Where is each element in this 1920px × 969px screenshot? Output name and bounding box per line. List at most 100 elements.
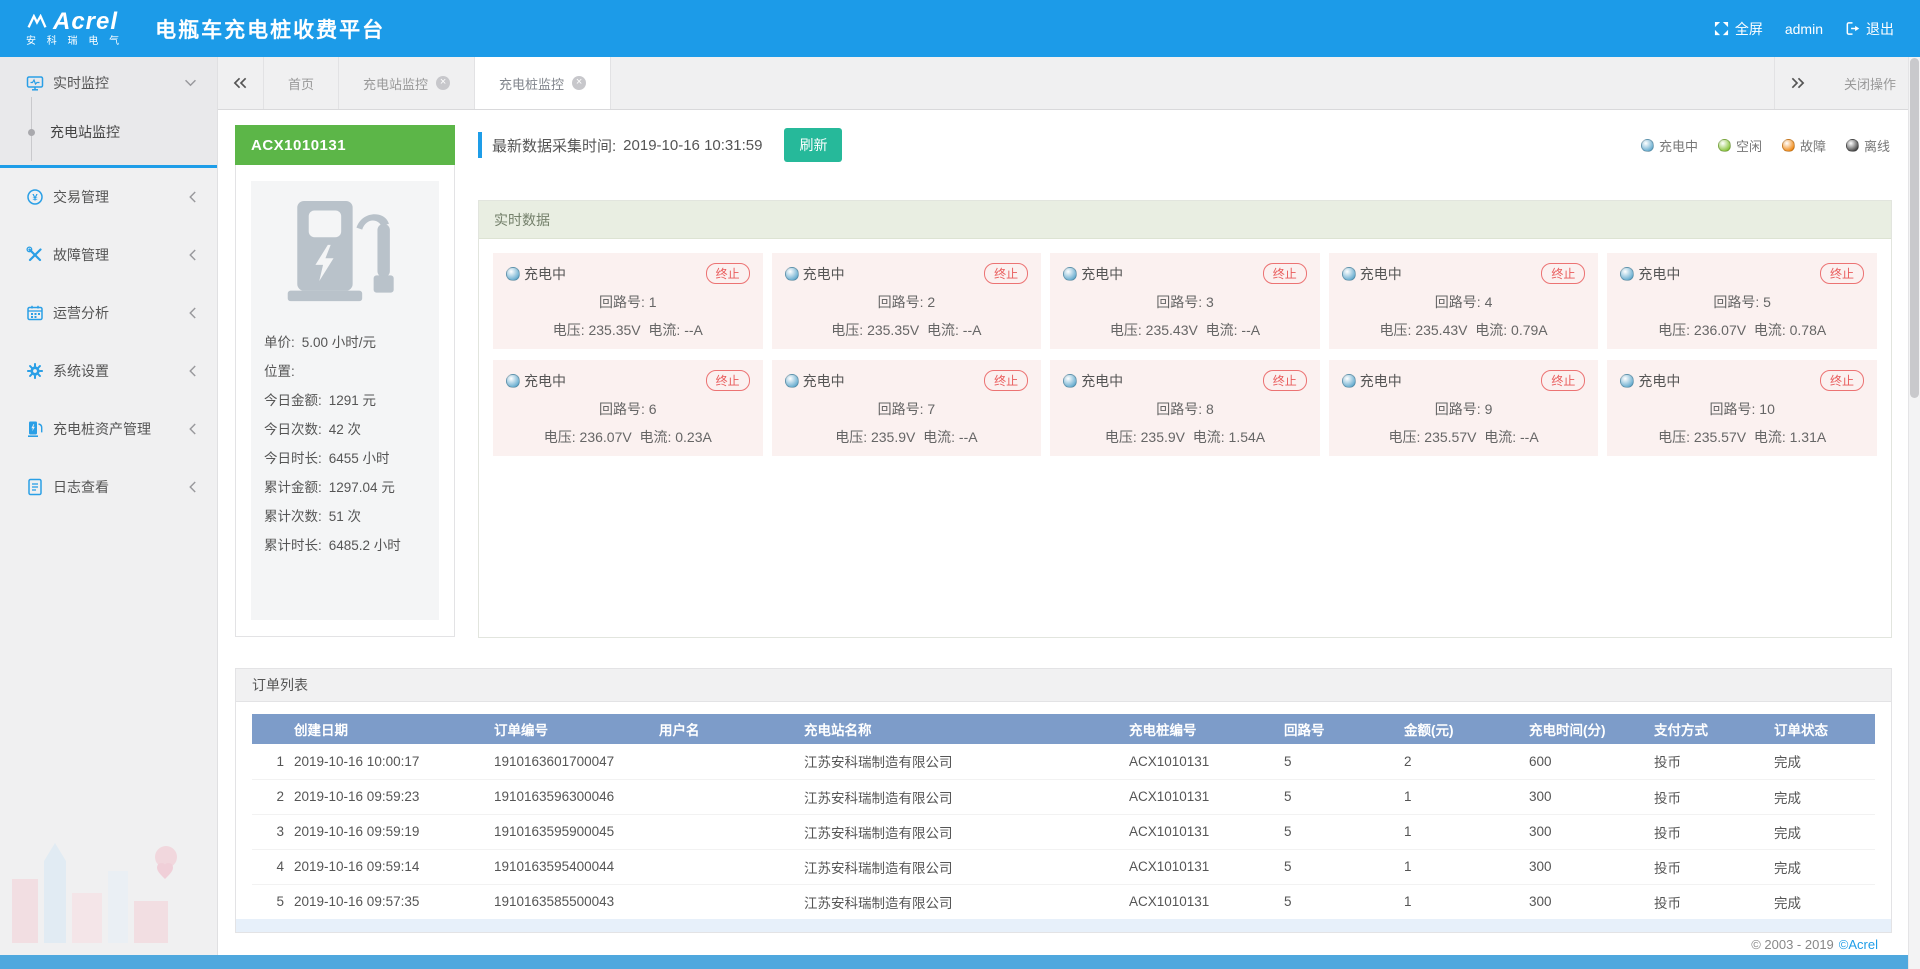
sidebar-item-transaction[interactable]: ¥交易管理 <box>0 168 217 226</box>
sidebar-group: ¥交易管理 <box>0 168 217 226</box>
legend-item: 故障 <box>1782 136 1826 155</box>
table-cell: 完成 <box>1766 814 1875 849</box>
table-cell: 2 <box>1396 744 1521 779</box>
sidebar-item-log[interactable]: 日志查看 <box>0 458 217 516</box>
sidebar-group: 实时监控充电站监控 <box>0 57 217 168</box>
pagination-strip[interactable] <box>236 919 1891 932</box>
card-status-label: 充电中 <box>1081 264 1123 284</box>
table-row[interactable]: 22019-10-16 09:59:231910163596300046江苏安科… <box>252 779 1875 814</box>
fullscreen-button[interactable]: 全屏 <box>1714 19 1763 39</box>
terminate-button[interactable]: 终止 <box>1263 370 1307 391</box>
sidebar-item-label: 充电桩资产管理 <box>53 419 151 439</box>
table-row[interactable]: 52019-10-16 09:57:351910163585500043江苏安科… <box>252 884 1875 919</box>
sidebar-item-monitor[interactable]: 实时监控 <box>0 57 217 109</box>
table-row[interactable]: 32019-10-16 09:59:191910163595900045江苏安科… <box>252 814 1875 849</box>
circuit-number: 回路号: 6 <box>506 399 750 419</box>
legend-item: 空闲 <box>1718 136 1762 155</box>
sidebar-item-fault[interactable]: 故障管理 <box>0 226 217 284</box>
tab-pile-monitor[interactable]: 充电桩监控× <box>475 57 611 109</box>
decorative-skyline <box>4 809 204 949</box>
tabs-scroll-right-button[interactable] <box>1774 57 1820 109</box>
terminate-button[interactable]: 终止 <box>1820 263 1864 284</box>
terminate-button[interactable]: 终止 <box>984 370 1028 391</box>
table-cell: 5 <box>1276 814 1396 849</box>
row-number: 1 <box>252 744 286 779</box>
table-cell: 2019-10-16 09:57:35 <box>286 884 486 919</box>
tab-spacer <box>611 57 1774 109</box>
tab-station-monitor[interactable]: 充电站监控× <box>339 57 475 109</box>
table-cell: 1910163596300046 <box>486 779 651 814</box>
table-cell: ACX1010131 <box>1121 814 1276 849</box>
chevron-left-icon <box>188 249 197 262</box>
terminate-button[interactable]: 终止 <box>706 370 750 391</box>
tab-home[interactable]: 首页 <box>264 57 339 109</box>
chevron-down-icon <box>184 79 197 88</box>
realtime-data-panel: 实时数据 充电中终止回路号: 1电压: 235.35V 电流: --A充电中终止… <box>478 200 1892 638</box>
sidebar-item-settings[interactable]: 系统设置 <box>0 342 217 400</box>
table-row[interactable]: 42019-10-16 09:59:141910163595400044江苏安科… <box>252 849 1875 884</box>
user-menu[interactable]: admin <box>1785 21 1823 37</box>
terminate-button[interactable]: 终止 <box>706 263 750 284</box>
terminate-button[interactable]: 终止 <box>1263 263 1307 284</box>
legend-dot <box>1782 139 1795 152</box>
circuit-card: 充电中终止回路号: 2电压: 235.35V 电流: --A <box>772 253 1042 349</box>
table-cell: 完成 <box>1766 849 1875 884</box>
column-header: 用户名 <box>651 714 796 744</box>
column-header: 充电桩编号 <box>1121 714 1276 744</box>
table-cell: 300 <box>1521 884 1646 919</box>
tabs-scroll-left-button[interactable] <box>218 57 264 109</box>
status-charging-dot <box>506 374 520 388</box>
card-status-label: 充电中 <box>1360 264 1402 284</box>
circuit-number: 回路号: 5 <box>1620 292 1864 312</box>
table-cell: 1910163595400044 <box>486 849 651 884</box>
table-row[interactable]: 12019-10-16 10:00:171910163601700047江苏安科… <box>252 744 1875 779</box>
table-cell: 5 <box>1276 744 1396 779</box>
sidebar-group: 日志查看 <box>0 458 217 516</box>
close-icon[interactable]: × <box>436 76 450 90</box>
chevron-left-icon <box>188 191 197 204</box>
circuit-number: 回路号: 9 <box>1342 399 1586 419</box>
brand-logo: Acrel 安 科 瑞 电 气 <box>26 10 123 47</box>
sidebar-item-analysis[interactable]: 运营分析 <box>0 284 217 342</box>
terminate-button[interactable]: 终止 <box>1541 370 1585 391</box>
table-cell: 5 <box>1276 884 1396 919</box>
table-cell: 投币 <box>1646 849 1766 884</box>
footer-brand-link[interactable]: ©Acrel <box>1839 937 1878 952</box>
tab-label: 首页 <box>288 74 314 93</box>
column-header: 金额(元) <box>1396 714 1521 744</box>
station-stat: 今日金额:1291 元 <box>264 386 426 415</box>
legend-label: 故障 <box>1800 136 1826 155</box>
terminate-button[interactable]: 终止 <box>984 263 1028 284</box>
analysis-icon <box>26 304 44 322</box>
table-cell: 1910163601700047 <box>486 744 651 779</box>
sidebar-subitem-station-monitor[interactable]: 充电站监控 <box>0 109 217 155</box>
logout-button[interactable]: 退出 <box>1845 19 1894 39</box>
column-header: 充电时间(分) <box>1521 714 1646 744</box>
sidebar-item-asset[interactable]: 充电桩资产管理 <box>0 400 217 458</box>
terminate-button[interactable]: 终止 <box>1820 370 1864 391</box>
table-cell: 600 <box>1521 744 1646 779</box>
table-cell: 1 <box>1396 779 1521 814</box>
settings-icon <box>26 362 44 380</box>
main-content: ACX1010131 <box>218 110 1920 955</box>
status-charging-dot <box>1620 267 1634 281</box>
table-cell: 完成 <box>1766 779 1875 814</box>
station-stat: 累计时长:6485.2 小时 <box>264 531 426 560</box>
chevron-left-icon <box>188 365 197 378</box>
table-cell: 2019-10-16 10:00:17 <box>286 744 486 779</box>
scrollbar-thumb[interactable] <box>1910 58 1919 398</box>
station-stat: 累计金额:1297.04 元 <box>264 473 426 502</box>
row-number: 3 <box>252 814 286 849</box>
refresh-button[interactable]: 刷新 <box>784 128 842 162</box>
collect-time-label: 最新数据采集时间: <box>492 135 616 156</box>
terminate-button[interactable]: 终止 <box>1541 263 1585 284</box>
table-cell: 5 <box>1276 849 1396 884</box>
orders-panel: 订单列表 创建日期订单编号用户名充电站名称充电桩编号回路号金额(元)充电时间(分… <box>235 668 1892 933</box>
asset-icon <box>26 420 44 438</box>
close-operations-button[interactable]: 关闭操作 <box>1820 57 1920 109</box>
circuit-card: 充电中终止回路号: 3电压: 235.43V 电流: --A <box>1050 253 1320 349</box>
vertical-scrollbar[interactable] <box>1908 57 1920 969</box>
circuit-number: 回路号: 2 <box>785 292 1029 312</box>
circuit-reading: 电压: 235.57V 电流: --A <box>1342 427 1586 447</box>
close-icon[interactable]: × <box>572 76 586 90</box>
